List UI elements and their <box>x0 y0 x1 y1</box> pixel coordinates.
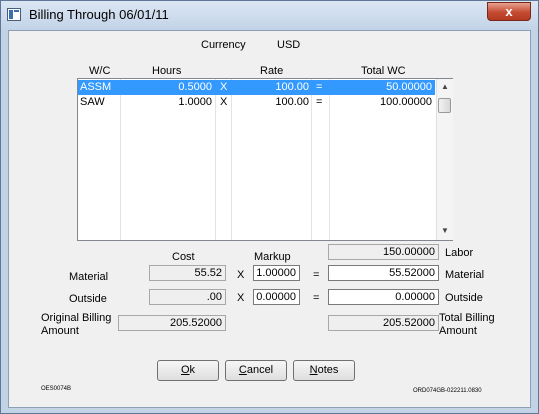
total-billing-label-line2: Amount <box>439 325 477 337</box>
cell-rate: 100.00 <box>275 96 309 108</box>
material-result-field[interactable]: 55.52000 <box>328 265 439 281</box>
labor-total-field: 150.00000 <box>328 244 439 260</box>
cell-hours: 0.5000 <box>178 81 212 93</box>
cell-rate: 100.00 <box>275 81 309 93</box>
billing-dialog: Billing Through 06/01/11 x Currency USD … <box>0 0 539 414</box>
ok-button-mnemonic: O <box>180 364 190 376</box>
outside-result-label: Outside <box>445 292 483 304</box>
cell-total: 100.00000 <box>380 96 432 108</box>
form-code-right: ORD074GB-022211.0830 <box>413 388 482 394</box>
original-billing-label-line1: Original Billing <box>41 312 112 324</box>
notes-button[interactable]: Notes <box>293 360 355 381</box>
close-button[interactable]: x <box>487 2 531 21</box>
scroll-up-arrow-icon[interactable]: ▲ <box>437 79 453 95</box>
notes-button-label: otes <box>317 364 339 376</box>
original-billing-field: 205.52000 <box>118 315 226 331</box>
header-wc: W/C <box>89 65 111 77</box>
material-label: Material <box>69 271 109 283</box>
cell-hours: 1.0000 <box>178 96 212 108</box>
currency-label: Currency <box>201 39 246 51</box>
material-times: X <box>237 269 245 281</box>
cell-times: X <box>220 81 228 93</box>
form-code-left: OES0074B <box>41 386 72 392</box>
grid-row[interactable]: ASSM 0.5000 X 100.00 = 50.00000 <box>78 80 435 95</box>
header-hours: Hours <box>152 65 182 77</box>
outside-cost-field: .00 <box>149 289 226 305</box>
total-billing-field: 205.52000 <box>328 315 439 331</box>
outside-result-field[interactable]: 0.00000 <box>328 289 439 305</box>
ok-button-label: k <box>189 364 196 376</box>
cell-wc: ASSM <box>80 81 112 93</box>
currency-value: USD <box>277 39 301 51</box>
cell-total: 50.00000 <box>386 81 432 93</box>
app-window-icon <box>7 8 21 21</box>
header-total-wc: Total WC <box>361 65 406 77</box>
labor-label: Labor <box>445 247 474 259</box>
markup-header: Markup <box>254 251 291 263</box>
outside-equals: = <box>313 292 320 304</box>
outside-times: X <box>237 292 245 304</box>
total-billing-label-line1: Total Billing <box>439 312 495 324</box>
material-cost-field: 55.52 <box>149 265 226 281</box>
title-bar[interactable]: Billing Through 06/01/11 x <box>1 1 538 29</box>
ok-button[interactable]: Ok <box>157 360 219 381</box>
outside-label: Outside <box>69 293 107 305</box>
header-rate: Rate <box>260 65 284 77</box>
material-equals: = <box>313 269 320 281</box>
scroll-thumb[interactable] <box>438 98 451 113</box>
dialog-body: Currency USD W/C Hours Rate Total WC ASS… <box>8 30 531 408</box>
material-markup-input[interactable]: 1.00000 <box>253 265 300 281</box>
outside-markup-input[interactable]: 0.00000 <box>253 289 300 305</box>
original-billing-label-line2: Amount <box>41 325 79 337</box>
cancel-button[interactable]: Cancel <box>225 360 287 381</box>
notes-button-mnemonic: N <box>309 364 318 376</box>
cell-equals: = <box>316 81 323 93</box>
cell-wc: SAW <box>80 96 105 108</box>
cost-header: Cost <box>172 251 195 263</box>
cancel-button-mnemonic: C <box>238 364 247 376</box>
grid-scrollbar[interactable]: ▲ ▼ <box>436 79 453 240</box>
scroll-down-arrow-icon[interactable]: ▼ <box>437 223 453 239</box>
work-center-grid[interactable]: ASSM 0.5000 X 100.00 = 50.00000 SAW 1.00… <box>77 78 453 241</box>
cancel-button-label: ancel <box>246 364 274 376</box>
cell-times: X <box>220 96 228 108</box>
grid-row[interactable]: SAW 1.0000 X 100.00 = 100.00000 <box>78 95 435 110</box>
cell-equals: = <box>316 96 323 108</box>
window-title: Billing Through 06/01/11 <box>29 7 169 22</box>
material-result-label: Material <box>445 269 485 281</box>
